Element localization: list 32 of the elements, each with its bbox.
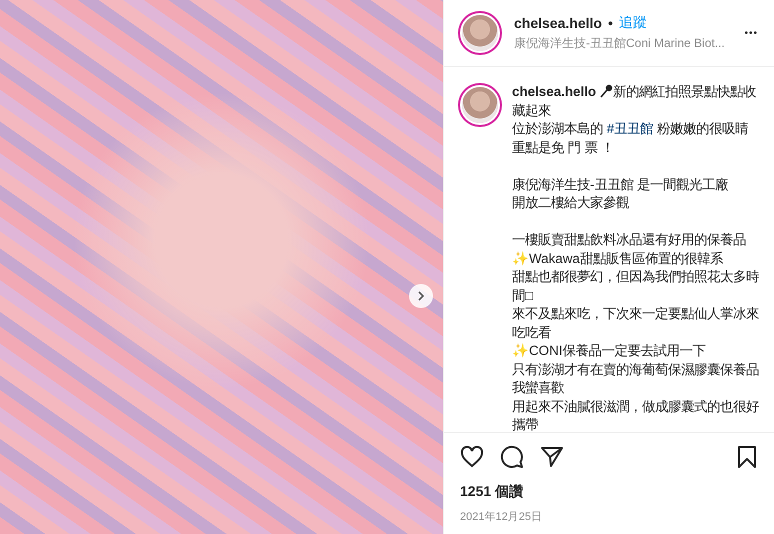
post-date: 2021年12月25日 (459, 510, 543, 525)
avatar[interactable] (462, 87, 498, 123)
caption-text: 用起來不油膩很滋潤，做成膠囊式的也很好攜帶 (512, 398, 760, 432)
microphone-icon (600, 84, 613, 98)
avatar[interactable] (462, 15, 498, 51)
caption-text: chelsea.hello 新的網紅拍照景點快點收藏起來 (512, 83, 757, 120)
caption-text: 一樓販賣甜點飲料冰品還有好用的保養品 (512, 231, 747, 249)
heart-icon (460, 445, 484, 469)
next-button[interactable] (409, 284, 433, 308)
caption-text: ✨Wakawa甜點販售區佈置的很韓系 (512, 250, 724, 268)
caption-text: 甜點也都很夢幻，但因為我們拍照花太多時間□ (512, 268, 760, 304)
caption-text: 只有澎湖才有在賣的海葡萄保濕膠囊保養品我蠻喜歡 (512, 360, 760, 397)
separator-dot: • (608, 15, 613, 31)
comment-button[interactable] (500, 445, 524, 469)
save-button[interactable] (736, 445, 758, 469)
username-link[interactable]: chelsea.hello (512, 84, 596, 99)
caption-text: 重點是免 門 票 ！ (512, 138, 616, 156)
paper-plane-icon (540, 445, 564, 469)
caption-text: 開放二樓給大家參觀 (512, 194, 630, 212)
chevron-right-icon (416, 291, 426, 301)
bookmark-icon (736, 445, 758, 469)
like-count[interactable]: 1251 個讚 (444, 477, 774, 501)
share-button[interactable] (540, 445, 564, 469)
caption-text: 康倪海洋生技-丑丑館 是一間觀光工廠 (512, 176, 730, 194)
speech-bubble-icon (500, 445, 524, 469)
caption-text: ✨CONI保養品一定要去試用一下 (512, 342, 706, 360)
caption-text: 位於澎湖本島的 #丑丑館 粉嫩嫩的很吸睛 (512, 120, 749, 138)
more-options-button[interactable]: ••• (744, 28, 758, 38)
username-link[interactable]: chelsea.hello (514, 15, 602, 31)
caption-text: 來不及點來吃，下次來一定要點仙人掌冰來吃吃看 (512, 305, 760, 342)
like-button[interactable] (460, 445, 484, 469)
hashtag-link[interactable]: #丑丑館 (606, 121, 654, 136)
